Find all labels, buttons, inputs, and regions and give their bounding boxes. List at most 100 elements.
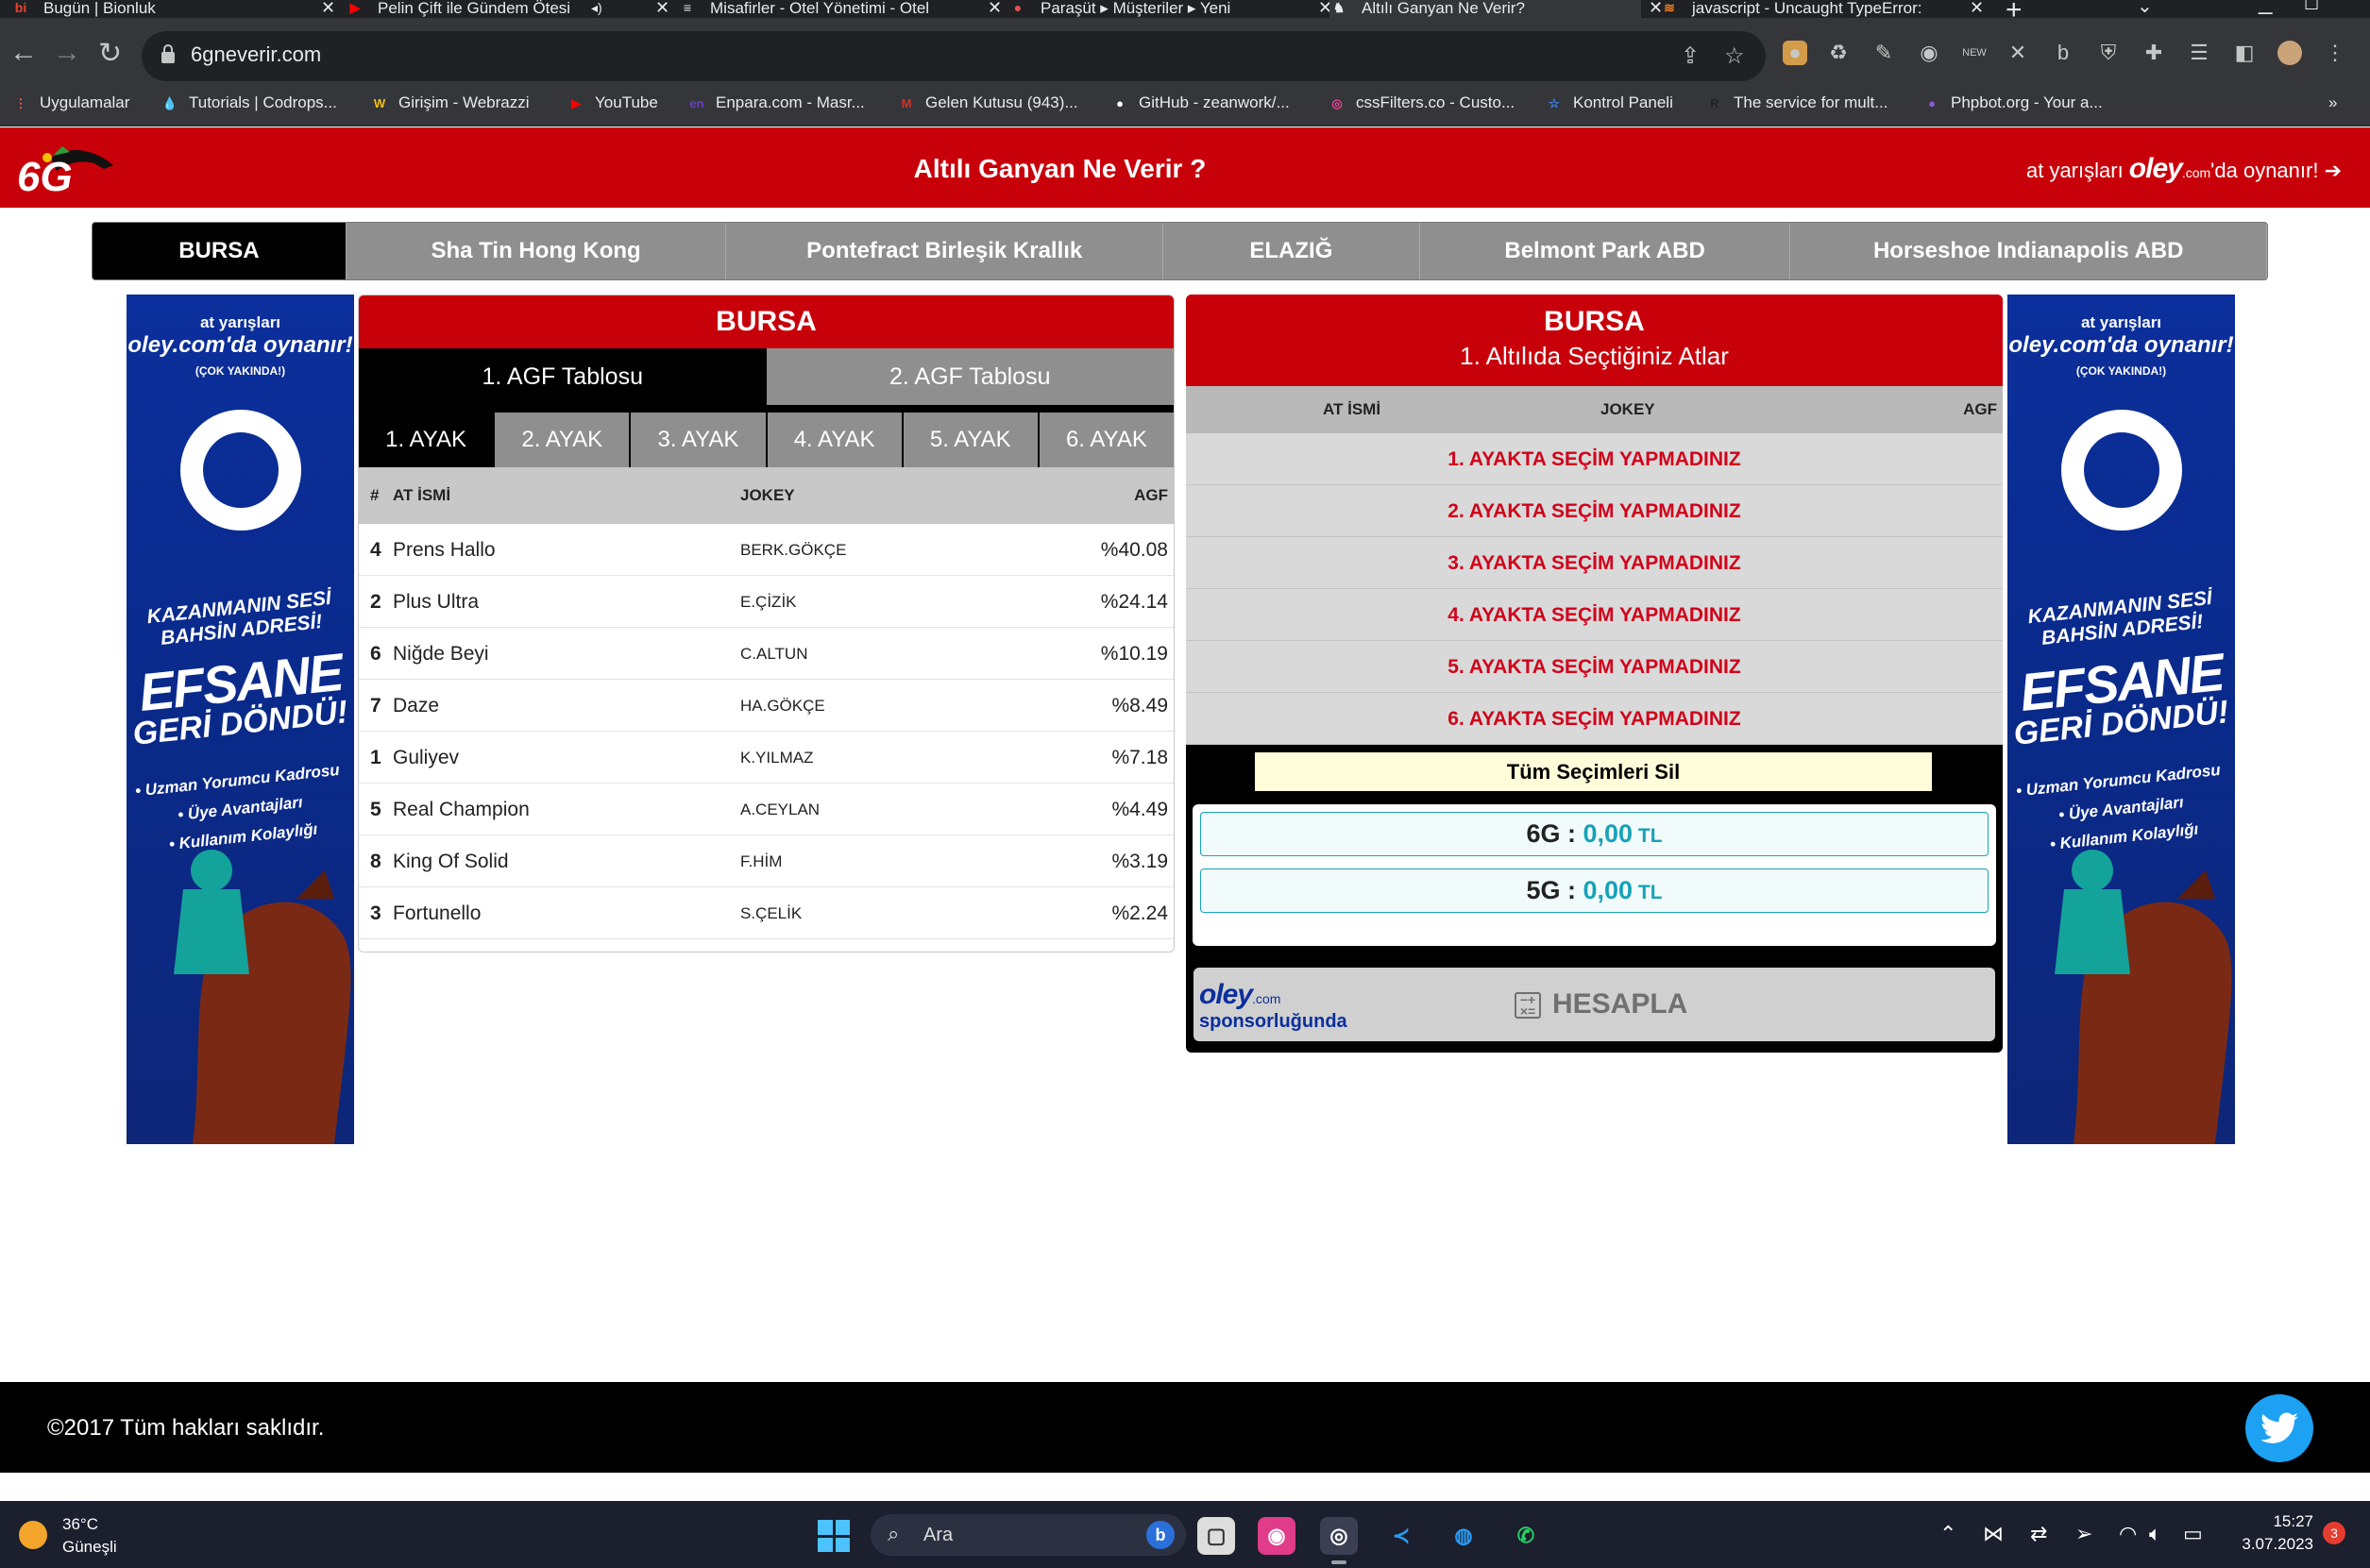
- service-icon: R: [1710, 95, 1719, 110]
- taskbar-search[interactable]: ⌕ Ara b: [871, 1514, 1186, 1556]
- bookmark-item[interactable]: M Gelen Kutusu (943)...: [897, 93, 1078, 113]
- windows-start-icon[interactable]: [818, 1520, 850, 1552]
- battery-icon[interactable]: ▭: [2183, 1522, 2203, 1546]
- agf-table-row[interactable]: 5 Real Champion A.CEYLAN %4.49: [359, 784, 1174, 835]
- new-extension-icon[interactable]: NEW: [1962, 41, 1987, 65]
- chrome-icon[interactable]: ◎: [1320, 1517, 1358, 1564]
- browser-tab[interactable]: ≡ Misafirler - Otel Yönetimi - Otel: [678, 0, 980, 18]
- close-tab-icon[interactable]: ✕: [1970, 0, 1984, 18]
- task-view-icon[interactable]: ▢: [1197, 1517, 1235, 1555]
- side-panel-icon[interactable]: ◧: [2232, 41, 2257, 65]
- agf-table-row[interactable]: 8 King Of Solid F.HİM %3.19: [359, 835, 1174, 887]
- leg-selection-status: 6. AYAKTA SEÇİM YAPMADINIZ: [1186, 693, 2003, 745]
- close-x-extension-icon[interactable]: ✕: [2006, 41, 2030, 65]
- leg-tab[interactable]: 2. AYAK: [495, 413, 632, 467]
- venue-tab[interactable]: Sha Tin Hong Kong: [347, 223, 727, 279]
- pen-extension-icon[interactable]: ✎: [1871, 41, 1896, 65]
- browser-tab[interactable]: ♞ Altılı Ganyan Ne Verir?: [1329, 0, 1641, 18]
- bookmark-item[interactable]: en Enpara.com - Masr...: [687, 93, 864, 113]
- col-number: #: [370, 486, 380, 504]
- camera-extension-icon[interactable]: ◉: [1917, 41, 1941, 65]
- agf-table-row[interactable]: 7 Daze HA.GÖKÇE %8.49: [359, 680, 1174, 732]
- venue-tab[interactable]: BURSA: [93, 223, 347, 279]
- bookmark-item[interactable]: ● Phpbot.org - Your a...: [1922, 93, 2103, 113]
- share-icon[interactable]: ⇪: [1681, 42, 1700, 70]
- back-icon[interactable]: ←: [9, 37, 38, 69]
- wifi-icon[interactable]: ◠: [2119, 1522, 2137, 1546]
- venue-tab[interactable]: Horseshoe Indianapolis ABD: [1790, 223, 2267, 279]
- agf-table-row[interactable]: 4 Prens Hallo BERK.GÖKÇE %40.08: [359, 524, 1174, 576]
- leg-tab[interactable]: 1. AYAK: [359, 413, 496, 467]
- leg-tab[interactable]: 3. AYAK: [631, 413, 768, 467]
- clock[interactable]: 15:27 3.07.2023: [2223, 1512, 2313, 1558]
- bookmark-star-icon[interactable]: ☆: [1724, 42, 1745, 70]
- phpbot-icon: ●: [1928, 95, 1936, 110]
- minimize-button[interactable]: _: [2259, 0, 2272, 16]
- tray-chevron-icon[interactable]: ⌃: [1939, 1522, 1956, 1546]
- close-tab-icon[interactable]: ✕: [655, 0, 669, 18]
- vscode-icon[interactable]: ≺: [1382, 1517, 1420, 1555]
- tab-search-icon[interactable]: ⌄: [2137, 0, 2153, 18]
- browser-tab[interactable]: bi Bugün | Bionluk: [11, 0, 313, 18]
- notification-badge[interactable]: 3: [2323, 1522, 2345, 1544]
- venue-tab[interactable]: Belmont Park ABD: [1420, 223, 1791, 279]
- menu-dots-icon[interactable]: ⋮: [2323, 41, 2347, 65]
- bookmark-label: Kontrol Paneli: [1573, 93, 1673, 111]
- app-store-icon[interactable]: ◉: [1258, 1517, 1295, 1555]
- messenger-icon[interactable]: ◍: [1445, 1517, 1482, 1555]
- profile-avatar[interactable]: [2277, 41, 2302, 65]
- volume-icon[interactable]: 🔈︎: [2149, 1522, 2161, 1546]
- horse-number: 5: [370, 799, 381, 820]
- leg-tab[interactable]: 4. AYAK: [768, 413, 904, 467]
- tray-network-switch-icon[interactable]: ⇄: [2030, 1522, 2047, 1546]
- cssfilters-icon: ◎: [1331, 95, 1343, 110]
- close-tab-icon[interactable]: ✕: [988, 0, 1002, 18]
- cookie-extension-icon[interactable]: ●: [1783, 41, 1807, 65]
- audio-playing-icon[interactable]: ◂): [591, 0, 602, 16]
- browser-tab[interactable]: ▶ Pelin Çift ile Gündem Ötesi: [346, 0, 648, 18]
- more-bookmarks-button[interactable]: »: [2328, 93, 2337, 112]
- tray-location-icon[interactable]: ➢: [2075, 1522, 2092, 1546]
- leg-selection-status: 1. AYAKTA SEÇİM YAPMADINIZ: [1186, 433, 2003, 485]
- agf-table-row[interactable]: 2 Plus Ultra E.ÇİZİK %24.14: [359, 576, 1174, 628]
- close-tab-icon[interactable]: ✕: [321, 0, 335, 18]
- puzzle-extensions-icon[interactable]: ✚: [2141, 41, 2166, 65]
- reload-icon[interactable]: ↻: [98, 37, 122, 70]
- forward-icon[interactable]: →: [53, 37, 81, 69]
- bookmark-item[interactable]: ☆ Kontrol Paneli: [1545, 93, 1673, 113]
- twitter-icon[interactable]: [2245, 1394, 2313, 1462]
- clear-selections-button[interactable]: Tüm Seçimleri Sil: [1253, 750, 1934, 793]
- calculate-button[interactable]: −+ ×= HESAPLA: [1515, 988, 1687, 1020]
- leg-tab[interactable]: 5. AYAK: [904, 413, 1040, 467]
- venue-tab[interactable]: Pontefract Birleşik Krallık: [726, 223, 1164, 279]
- agf-table-row[interactable]: 1 Guliyev K.YILMAZ %7.18: [359, 732, 1174, 784]
- whatsapp-icon[interactable]: ✆: [1507, 1517, 1545, 1555]
- search-placeholder: Ara: [923, 1525, 954, 1545]
- tray-app-icon[interactable]: ⋈: [1983, 1522, 2004, 1546]
- address-bar[interactable]: 6gneverir.com ⇪ ☆: [142, 31, 1766, 81]
- right-ad-banner[interactable]: at yarışları oley.com'da oynanır! (ÇOK YAK…: [2007, 295, 2235, 1144]
- bookmark-item[interactable]: ⋮ Uygulamalar: [11, 93, 130, 113]
- agf-table-row[interactable]: 6 Niğde Beyi C.ALTUN %10.19: [359, 628, 1174, 680]
- bookmark-item[interactable]: 💧 Tutorials | Codrops...: [161, 93, 337, 113]
- reading-list-icon[interactable]: ☰: [2187, 41, 2211, 65]
- bookmark-item[interactable]: R The service for mult...: [1705, 93, 1888, 113]
- browser-tab[interactable]: ≋ javascript - Uncaught TypeError:: [1660, 0, 1962, 18]
- bookmark-item[interactable]: ◎ cssFilters.co - Custo...: [1328, 93, 1515, 113]
- oley-link[interactable]: at yarışları oley.com'da oynanır! ➔: [2026, 153, 2342, 185]
- maximize-button[interactable]: ☐: [2304, 0, 2319, 14]
- bing-extension-icon[interactable]: b: [2051, 41, 2075, 65]
- agf-table-tab[interactable]: 1. AGF Tablosu: [359, 348, 767, 405]
- bookmark-item[interactable]: W Girişim - Webrazzi: [370, 93, 530, 113]
- bookmark-item[interactable]: ● GitHub - zeanwork/...: [1110, 93, 1290, 113]
- agf-table-row[interactable]: 3 Fortunello S.ÇELİK %2.24: [359, 887, 1174, 939]
- leg-tab[interactable]: 6. AYAK: [1040, 413, 1174, 467]
- browser-tab[interactable]: ● Paraşüt ▸ Müşteriler ▸ Yeni: [1008, 0, 1311, 18]
- agf-table-tab[interactable]: 2. AGF Tablosu: [766, 348, 1174, 405]
- shield-extension-icon[interactable]: ⛨: [2096, 41, 2121, 65]
- recycle-extension-icon[interactable]: ♻: [1826, 41, 1851, 65]
- venue-tab[interactable]: ELAZIĞ: [1163, 223, 1420, 279]
- parasut-icon: ●: [1013, 0, 1023, 15]
- left-ad-banner[interactable]: at yarışları oley.com'da oynanır! (ÇOK YAK…: [127, 295, 354, 1144]
- bookmark-item[interactable]: ▶ YouTube: [567, 93, 658, 113]
